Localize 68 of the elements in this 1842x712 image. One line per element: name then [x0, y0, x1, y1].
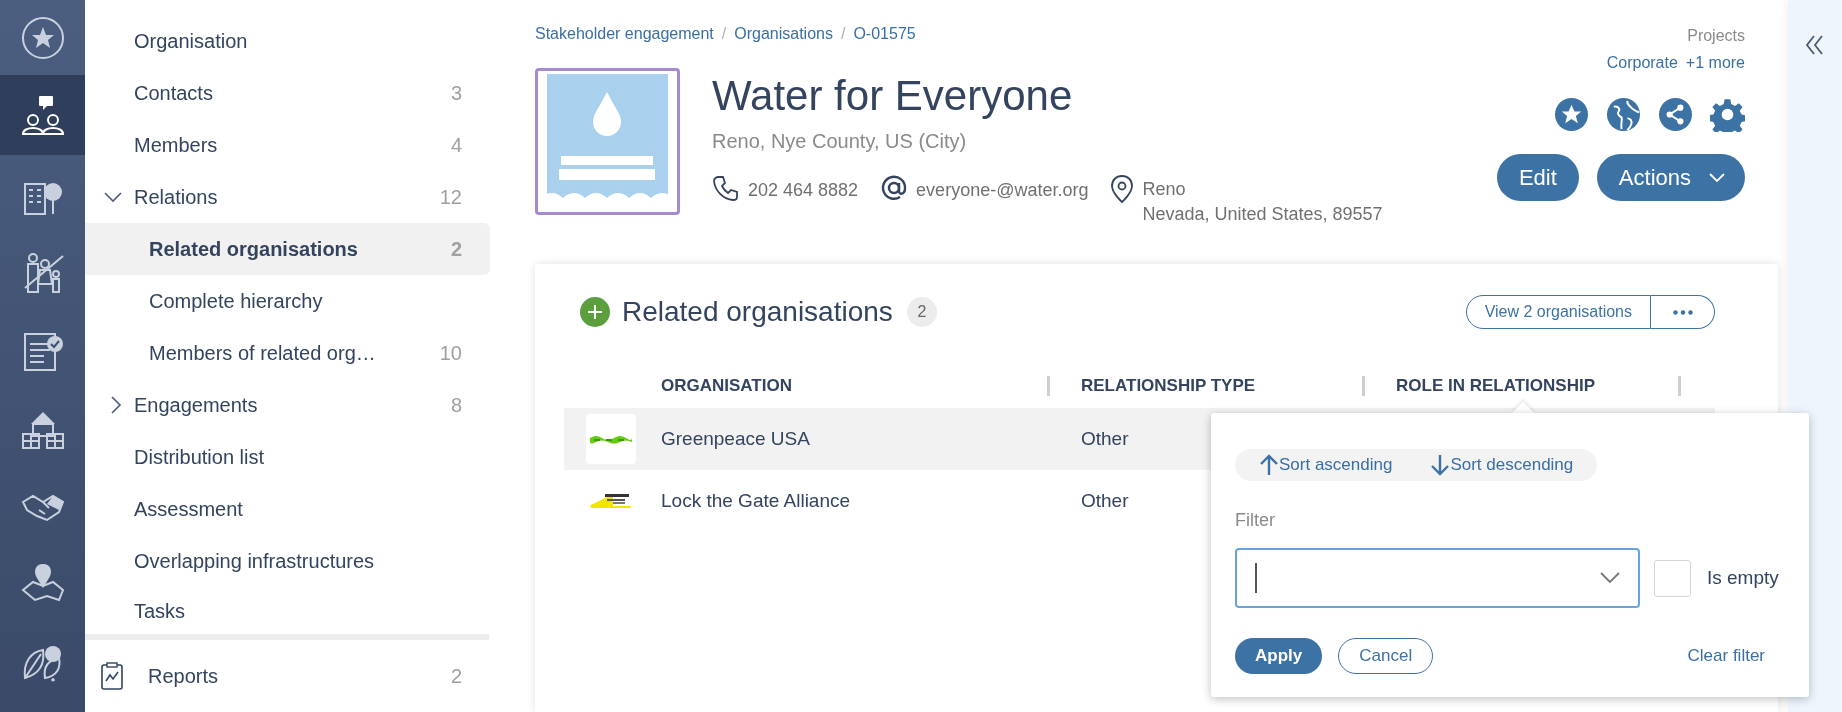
caret-icon — [1709, 172, 1725, 183]
table-cell-text: Greenpeace USA — [661, 426, 811, 451]
apply-button[interactable]: Apply — [1235, 638, 1323, 674]
checkbox-label: Is empty — [1707, 565, 1779, 590]
location-pin-icon — [1110, 174, 1135, 204]
count: 2 — [450, 237, 462, 262]
nav-item[interactable]: Members of related org… 10 — [85, 327, 490, 379]
edit-button[interactable]: Edit — [1496, 154, 1579, 201]
organisation-title: Water for Everyone — [712, 71, 1074, 121]
actions-button[interactable]: Actions — [1596, 154, 1745, 201]
breadcrumb-separator: / — [840, 24, 846, 44]
table-cell-text: Other — [1080, 426, 1130, 451]
projects-label: Projects — [1687, 26, 1745, 46]
breadcrumb-link[interactable]: O-01575 — [853, 22, 916, 46]
more-link[interactable]: +1 more — [1685, 51, 1745, 75]
breadcrumb-link[interactable]: Organisations — [734, 22, 833, 46]
nav-item[interactable]: Contacts 3 — [85, 67, 490, 119]
count: 12 — [439, 185, 462, 210]
nav-item[interactable]: Relations 12 — [85, 171, 490, 223]
nav-item[interactable]: Overlapping infrastructures — [85, 535, 490, 587]
phone-number: 202 464 8882 — [748, 179, 859, 202]
section-title: Related organisations — [622, 295, 893, 329]
column-header[interactable]: RELATIONSHIP TYPE — [1081, 373, 1256, 399]
nav-item[interactable]: Reports 2 — [85, 640, 490, 712]
chevron-down-icon — [104, 191, 122, 203]
chevron-down-icon — [1600, 572, 1620, 584]
nav-item[interactable]: Related organisations 2 — [85, 223, 490, 275]
more-icon — [1672, 309, 1693, 315]
count: 10 — [439, 341, 462, 366]
nav-item[interactable]: Members 4 — [85, 119, 490, 171]
nav-item[interactable]: Tasks — [85, 587, 490, 634]
arrow-down-icon — [1430, 454, 1451, 476]
collapse-icon[interactable] — [1805, 34, 1825, 56]
settings-icon[interactable] — [1710, 97, 1745, 132]
checkbox[interactable] — [1654, 559, 1691, 597]
column-header[interactable]: ORGANISATION — [661, 373, 792, 399]
location-text: Reno, Nye County, US (City) — [712, 129, 968, 154]
count: 4 — [450, 133, 462, 158]
nav-item[interactable]: Distribution list — [85, 431, 490, 483]
count: 2 — [450, 664, 462, 689]
nav-item[interactable]: Assessment — [85, 483, 490, 535]
nav-item[interactable]: Engagements 8 — [85, 379, 490, 431]
share-icon[interactable] — [1658, 97, 1693, 132]
address-line: Nevada, United States, 89557 — [1142, 203, 1383, 226]
email-icon — [880, 174, 909, 202]
count: 3 — [450, 81, 462, 106]
clear-filter-link[interactable]: Clear filter — [1687, 643, 1765, 669]
project-link[interactable]: Corporate — [1606, 51, 1678, 75]
filter-label: Filter — [1235, 509, 1276, 532]
breadcrumb-link[interactable]: Stakeholder engagement — [535, 22, 714, 46]
count: 8 — [450, 393, 462, 418]
table-cell-text: Other — [1080, 488, 1130, 513]
nav-item[interactable]: Organisation — [85, 15, 490, 67]
filter-dropdown[interactable] — [1235, 548, 1640, 608]
table-cell-text: Lock the Gate Alliance — [661, 488, 852, 513]
phone-icon — [712, 174, 740, 202]
count-badge: 2 — [906, 297, 937, 327]
column-header[interactable]: ROLE IN RELATIONSHIP — [1396, 373, 1595, 399]
nav-item[interactable]: Complete hierarchy — [85, 275, 490, 327]
chevron-right-icon — [110, 396, 122, 414]
globe-icon[interactable] — [1606, 97, 1641, 132]
breadcrumb-separator: / — [721, 24, 727, 44]
report-icon — [100, 661, 124, 691]
arrow-up-icon — [1259, 454, 1279, 476]
email-address: everyone-@water.org — [916, 179, 1089, 202]
address-line: Reno — [1142, 178, 1187, 201]
add-icon[interactable] — [580, 297, 610, 327]
view-organisations-button[interactable]: View 2 organisations — [1465, 295, 1651, 329]
